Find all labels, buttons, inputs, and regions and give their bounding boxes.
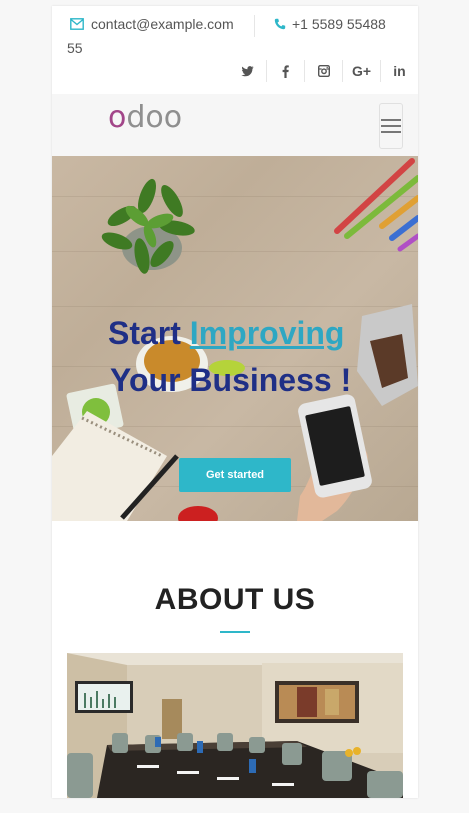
- twitter-link[interactable]: [229, 60, 266, 82]
- contact-email[interactable]: contact@example.com: [70, 16, 234, 32]
- contact-phone-text: +1 5589 55488: [292, 16, 386, 32]
- envelope-icon: [70, 18, 84, 30]
- hero-title-line-2: Your Business !: [110, 362, 352, 398]
- contact-divider: [254, 15, 255, 37]
- contact-phone-continued: 55: [67, 40, 83, 56]
- conference-room-illustration: [67, 653, 403, 798]
- social-links: G+ in: [229, 60, 418, 82]
- contact-email-text: contact@example.com: [91, 16, 234, 32]
- get-started-button[interactable]: Get started: [179, 458, 291, 492]
- about-conference-room-image: [67, 653, 403, 798]
- hamburger-icon: [381, 119, 401, 121]
- navbar: odoo: [52, 94, 418, 157]
- hero-banner: Start Improving Your Business ! Get star…: [52, 156, 418, 521]
- menu-toggle-button[interactable]: [379, 103, 403, 149]
- about-title: ABOUT US: [154, 583, 316, 616]
- facebook-icon: [282, 64, 289, 78]
- google-plus-icon: G+: [351, 63, 372, 79]
- linkedin-link[interactable]: in: [380, 60, 418, 82]
- hero-title-line-1: Start Improving: [108, 315, 344, 352]
- page: contact@example.com +1 5589 55488 55 G+ …: [52, 6, 418, 798]
- google-plus-link[interactable]: G+: [342, 60, 380, 82]
- odoo-logo[interactable]: odoo: [108, 100, 182, 135]
- linkedin-icon: in: [393, 63, 406, 79]
- hero-title-accent: Improving: [189, 315, 345, 351]
- phone-icon: [274, 18, 286, 30]
- instagram-icon: [317, 65, 330, 77]
- hero-title-start: Start: [108, 315, 181, 351]
- instagram-link[interactable]: [304, 60, 342, 82]
- about-title-underline: [220, 631, 250, 633]
- contact-phone[interactable]: +1 5589 55488: [274, 16, 386, 32]
- contact-bar: contact@example.com +1 5589 55488 55 G+ …: [52, 6, 418, 94]
- twitter-icon: [241, 65, 254, 76]
- facebook-link[interactable]: [266, 60, 304, 82]
